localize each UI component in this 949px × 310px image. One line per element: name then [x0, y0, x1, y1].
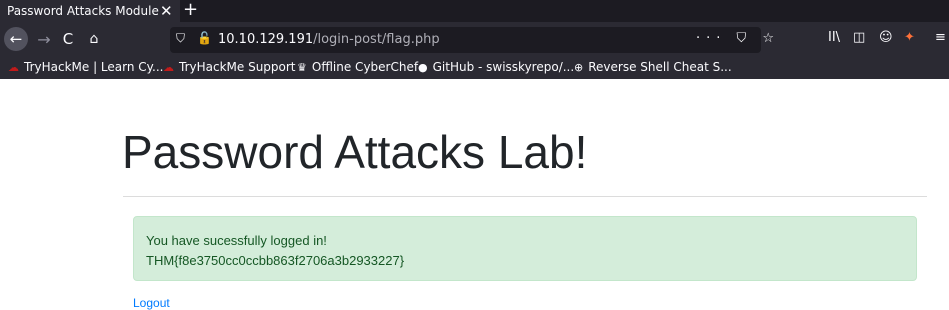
- bookmark-label: Offline CyberChef: [311, 60, 419, 74]
- flag-text: THM{f8e3750cc0ccbb863f2706a3b2933227}: [146, 253, 405, 268]
- thm-icon: ☁: [163, 60, 174, 74]
- page-title: Password Attacks Lab!: [122, 126, 588, 178]
- nav-bar: ← → C ⌂ ⛉ 🔓 10.10.129.191/login-post/fla…: [0, 22, 949, 57]
- insecure-lock-icon[interactable]: 🔓: [197, 31, 212, 45]
- shield-icon[interactable]: ⛉: [176, 31, 185, 46]
- bookmark-thm-support[interactable]: ☁ TryHackMe Support: [163, 60, 296, 74]
- globe-icon: ⊕: [574, 60, 584, 74]
- url-host: 10.10.129.191: [218, 32, 314, 47]
- bookmark-label: Reverse Shell Cheat S...: [588, 60, 732, 74]
- back-icon[interactable]: ←: [4, 27, 28, 51]
- extension-icon[interactable]: ✦: [904, 30, 915, 45]
- close-icon[interactable]: ✕: [160, 2, 173, 20]
- account-icon[interactable]: ☺: [879, 30, 893, 45]
- tab-bar: Password Attacks Module ✕ +: [0, 0, 949, 22]
- thm-icon: ☁: [8, 60, 19, 74]
- bookmark-reverse-shell[interactable]: ⊕ Reverse Shell Cheat S...: [574, 60, 732, 74]
- url-bar[interactable]: ⛉ 🔓 10.10.129.191/login-post/flag.php ··…: [170, 27, 774, 53]
- alert-message: You have sucessfully logged in!: [146, 233, 327, 248]
- url-path: /login-post/flag.php: [313, 32, 440, 47]
- tab-active[interactable]: Password Attacks Module ✕: [0, 0, 180, 22]
- tab-title: Password Attacks Module: [7, 4, 159, 18]
- menu-icon[interactable]: ≡: [935, 30, 946, 45]
- new-tab-icon[interactable]: +: [183, 0, 198, 20]
- logout-link[interactable]: Logout: [133, 296, 170, 310]
- bookmark-github[interactable]: ● GitHub - swisskyrepo/...: [418, 60, 574, 74]
- bookmark-label: GitHub - swisskyrepo/...: [432, 60, 575, 74]
- home-icon[interactable]: ⌂: [83, 28, 105, 50]
- github-icon: ●: [418, 60, 428, 74]
- page-actions-icon[interactable]: ··· ⛉ ☆: [696, 31, 780, 46]
- divider: [123, 196, 927, 197]
- reload-icon[interactable]: C: [57, 28, 79, 50]
- bookmark-tryhackme[interactable]: ☁ TryHackMe | Learn Cy...: [8, 60, 164, 74]
- bookmark-cyberchef[interactable]: ♛ Offline CyberChef: [297, 60, 418, 74]
- url-text[interactable]: 10.10.129.191/login-post/flag.php: [218, 32, 440, 47]
- sidebar-icon[interactable]: ◫: [853, 30, 865, 45]
- library-icon[interactable]: II\: [828, 30, 840, 45]
- success-alert: You have sucessfully logged in! THM{f8e3…: [133, 216, 917, 281]
- forward-icon[interactable]: →: [33, 28, 55, 50]
- chef-icon: ♛: [297, 60, 307, 74]
- bookmark-label: TryHackMe | Learn Cy...: [24, 60, 164, 74]
- bookmark-label: TryHackMe Support: [179, 60, 296, 74]
- bookmarks-bar: ☁ TryHackMe | Learn Cy... ☁ TryHackMe Supp…: [0, 57, 949, 79]
